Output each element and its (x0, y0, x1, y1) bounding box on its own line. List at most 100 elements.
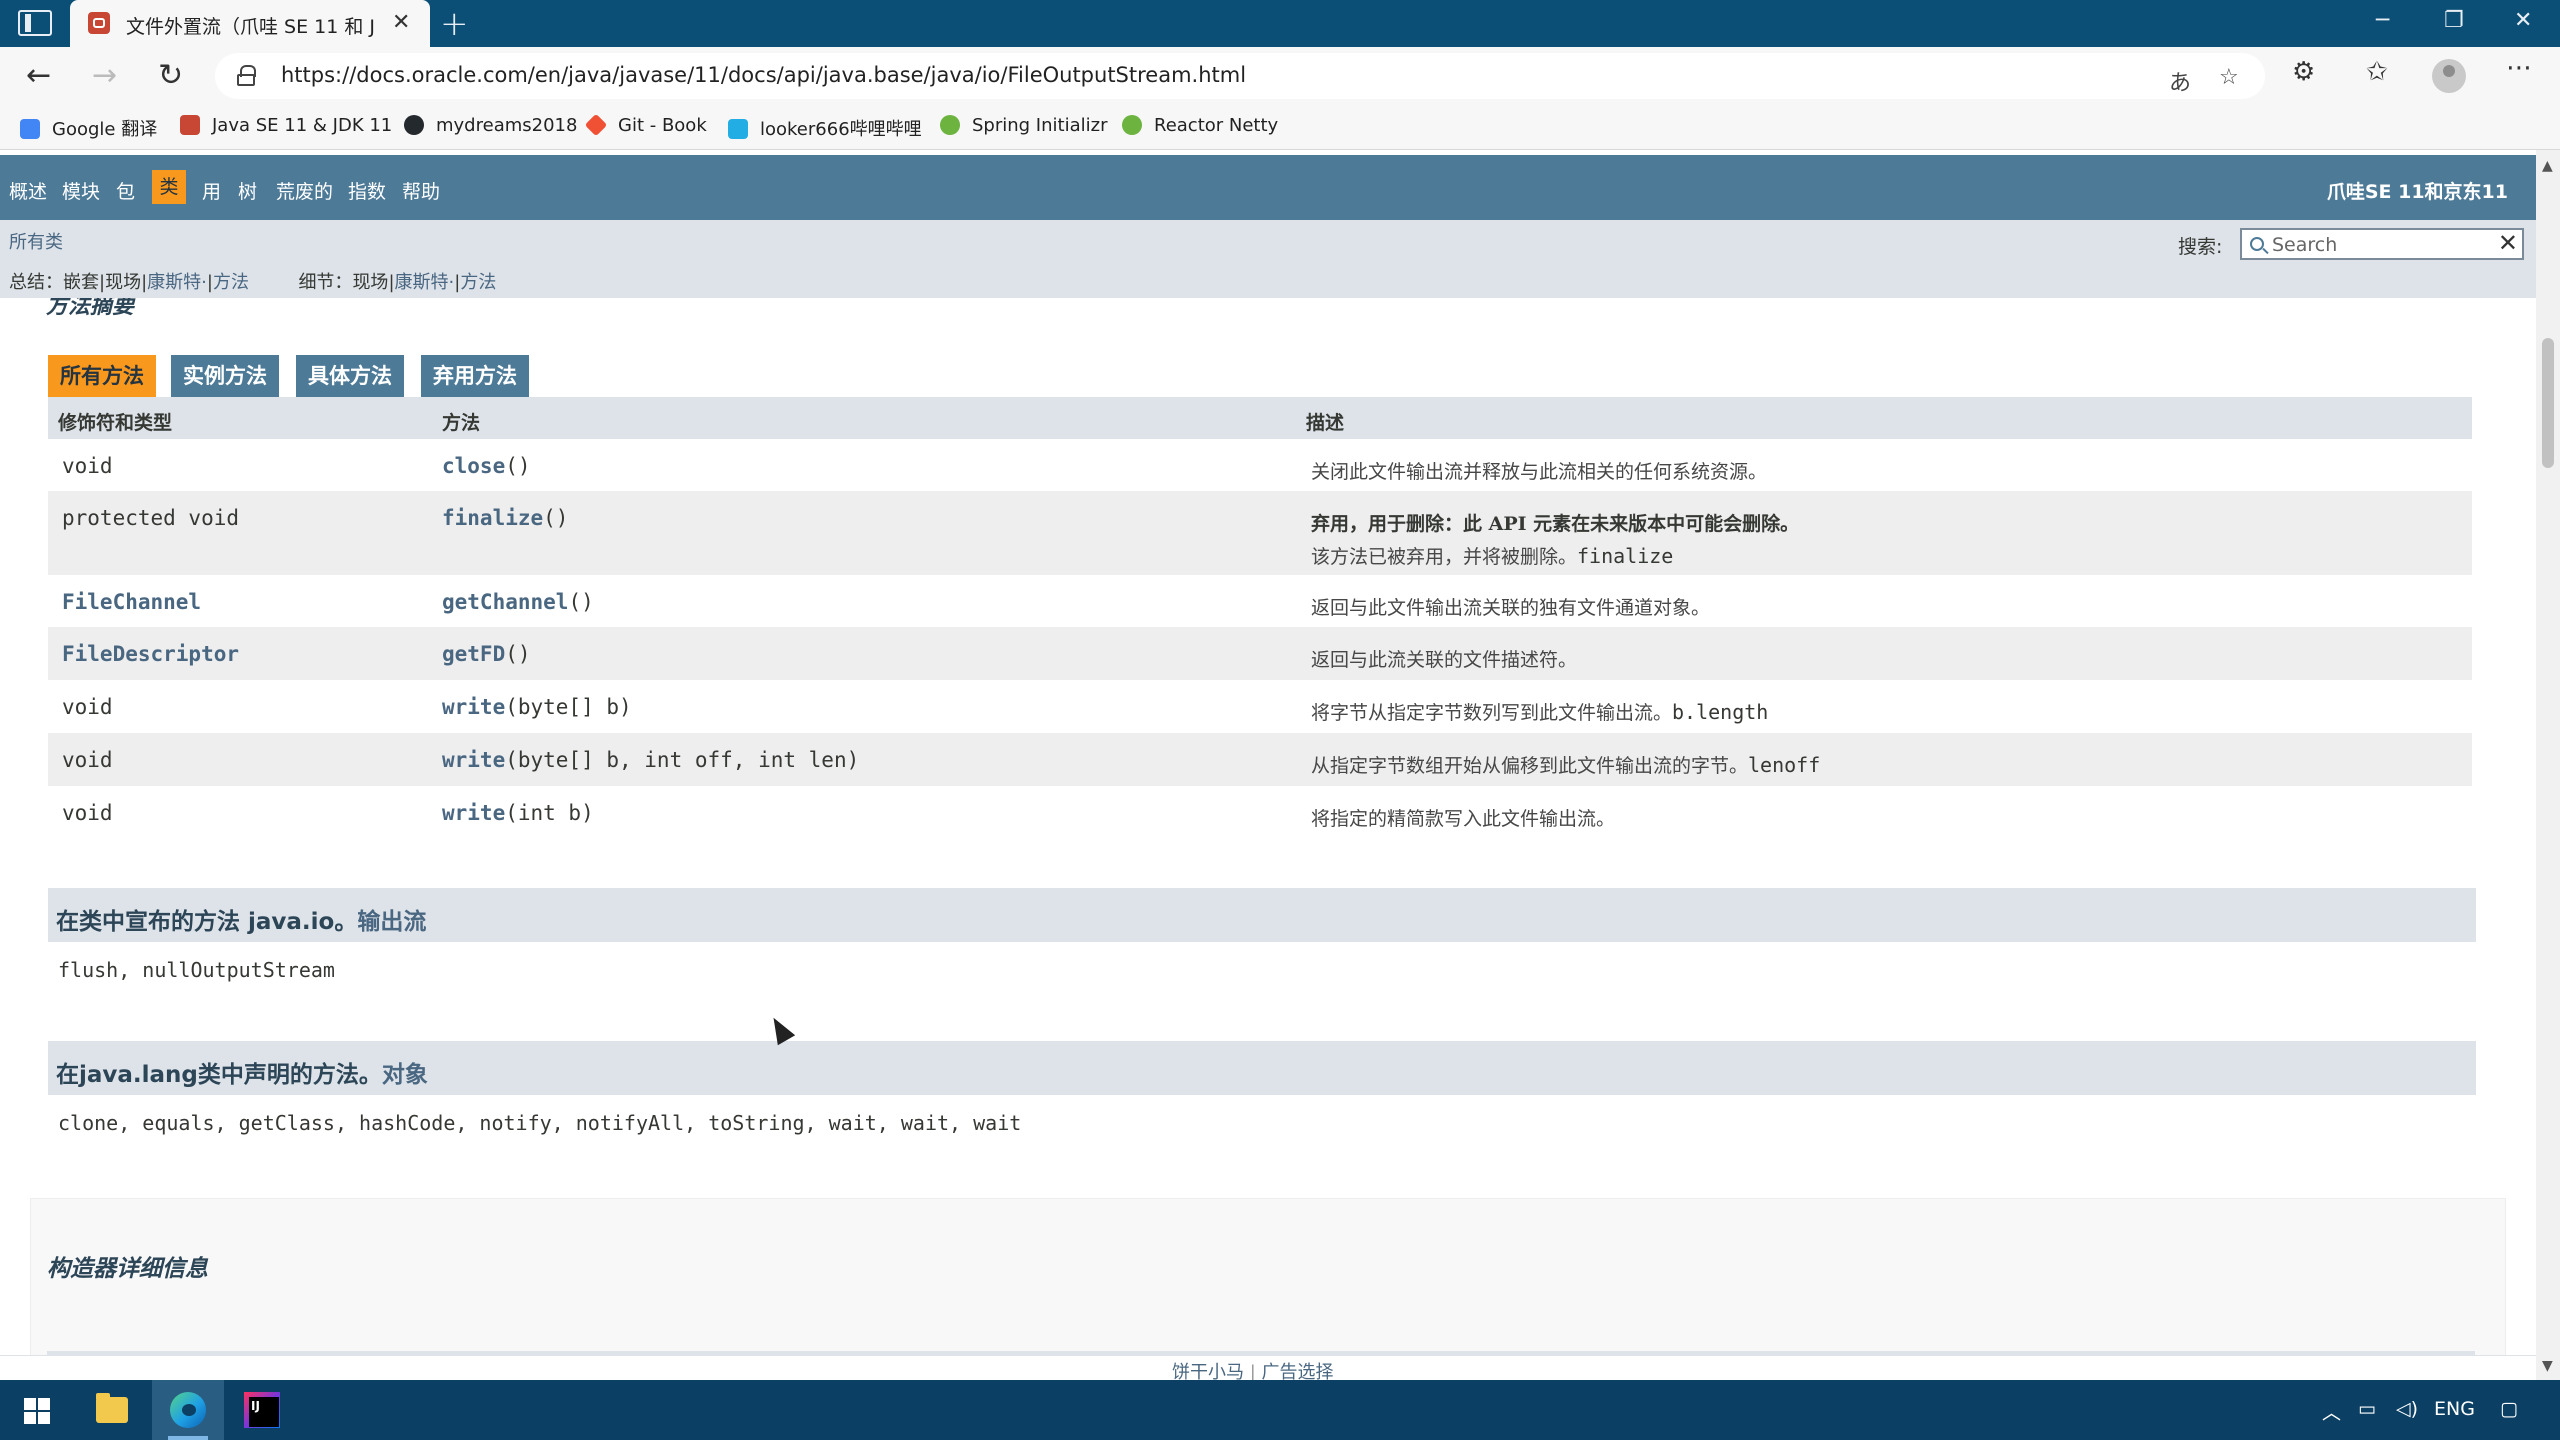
table-row: FileChannel getChannel() 返回与此文件输出流关联的独有文… (48, 575, 2472, 627)
tab-instance-methods[interactable]: 实例方法 (171, 355, 279, 397)
search-box[interactable]: ✕ (2240, 228, 2524, 260)
summary-detail-line: 总结：嵌套|现场|康斯特·|方法 细节：现场|康斯特·|方法 (9, 272, 497, 293)
summary-method-link[interactable]: 方法 (213, 272, 249, 293)
window-close-icon[interactable]: ✕ (2514, 8, 2532, 33)
return-type-link[interactable]: FileChannel (62, 590, 201, 614)
nav-use[interactable]: 用 (202, 177, 221, 204)
method-return-type: void (62, 695, 113, 719)
address-bar[interactable]: https://docs.oracle.com/en/java/javase/1… (215, 53, 2265, 99)
search-input[interactable] (2272, 233, 2482, 257)
method-link[interactable]: getChannel (442, 590, 568, 614)
profile-avatar-icon[interactable] (2432, 59, 2466, 93)
tab-close-icon[interactable]: ✕ (392, 10, 410, 35)
detail-method-link[interactable]: 方法 (460, 272, 496, 293)
input-language[interactable]: ENG (2434, 1398, 2475, 1420)
nav-deprecated[interactable]: 荒废的 (276, 177, 333, 204)
scroll-up-icon[interactable]: ▲ (2542, 158, 2553, 174)
taskbar-intellij[interactable] (226, 1380, 298, 1440)
folder-icon (96, 1393, 128, 1423)
object-link[interactable]: 对象 (382, 1062, 428, 1088)
detail-constructor-link[interactable]: 康斯特· (395, 272, 455, 293)
javadoc-brand: 爪哇SE 11和京东11 (2326, 181, 2508, 203)
method-link[interactable]: write (442, 748, 505, 772)
windows-start-icon[interactable] (24, 1398, 50, 1424)
lock-icon[interactable] (237, 65, 256, 86)
network-icon[interactable]: ▭ (2358, 1398, 2376, 1420)
favorite-spring-initializr[interactable]: Spring Initializr (940, 115, 1107, 136)
method-link[interactable]: write (442, 695, 505, 719)
taskbar-edge[interactable] (152, 1380, 224, 1440)
notifications-icon[interactable]: ▢ (2500, 1398, 2518, 1420)
page-scrollbar[interactable]: ▲ ▼ (2536, 150, 2560, 1380)
inherited-method-list[interactable]: flush, nullOutputStream (58, 958, 335, 982)
method-description: 从指定字节数组开始从偏移到此文件输出流的字节。lenoff (1311, 753, 1821, 777)
favorite-mydreams[interactable]: mydreams2018 (404, 115, 577, 136)
method-signature: getChannel() (442, 590, 594, 614)
method-return-type: void (62, 454, 113, 478)
nav-help[interactable]: 帮助 (402, 177, 440, 204)
method-link[interactable]: close (442, 454, 505, 478)
taskbar-file-explorer[interactable] (76, 1380, 148, 1440)
return-type-link[interactable]: FileDescriptor (62, 642, 239, 666)
tab-concrete-methods[interactable]: 具体方法 (296, 355, 404, 397)
edge-browser-icon (170, 1392, 206, 1428)
nav-index[interactable]: 指数 (348, 177, 386, 204)
method-return-type: protected void (62, 506, 240, 530)
back-arrow-icon[interactable]: ← (26, 58, 51, 93)
method-description: 关闭此文件输出流并释放与此流相关的任何系统资源。 (1311, 461, 1768, 483)
forward-arrow-icon[interactable]: → (92, 58, 117, 93)
all-classes-link[interactable]: 所有类 (9, 228, 63, 254)
tab-deprecated-methods[interactable]: 弃用方法 (421, 355, 529, 397)
col-description: 描述 (1306, 412, 1345, 434)
reactor-icon (1122, 115, 1142, 135)
new-tab-icon[interactable]: + (440, 4, 469, 44)
method-signature: getFD() (442, 642, 531, 666)
table-row: void write(byte[] b, int off, int len) 从… (48, 733, 2472, 786)
favorite-git-book[interactable]: Git - Book (584, 113, 707, 137)
inherited-method-list[interactable]: clone, equals, getClass, hashCode, notif… (58, 1111, 1021, 1135)
favorite-google-translate[interactable]: Google 翻译 (20, 115, 157, 141)
table-row: protected void finalize() 弃用，用于删除：此 API … (48, 491, 2472, 575)
restore-icon[interactable]: ❐ (2444, 8, 2464, 33)
nav-overview[interactable]: 概述 (9, 177, 47, 204)
favorites-icon[interactable]: ✩ (2366, 57, 2388, 87)
inherited-header: 在java.lang类中声明的方法。对象 (48, 1041, 2476, 1095)
method-signature: write(byte[] b, int off, int len) (442, 748, 860, 772)
nav-module[interactable]: 模块 (62, 177, 100, 204)
method-link[interactable]: getFD (442, 642, 505, 666)
summary-constructor-link[interactable]: 康斯特· (147, 272, 207, 293)
refresh-icon[interactable]: ↻ (158, 58, 183, 93)
method-link[interactable]: finalize (442, 506, 543, 530)
url-text[interactable]: https://docs.oracle.com/en/java/javase/1… (281, 63, 1246, 87)
detail-field: 现场 (352, 272, 389, 293)
inherited-header: 在类中宣布的方法 java.io。输出流 (48, 888, 2476, 942)
inherited-methods-outputstream: 在类中宣布的方法 java.io。输出流 flush, nullOutputSt… (48, 888, 2476, 988)
favorite-reactor-netty[interactable]: Reactor Netty (1122, 115, 1278, 136)
minimize-icon[interactable]: ─ (2376, 8, 2389, 33)
more-menu-icon[interactable]: ⋯ (2506, 53, 2532, 83)
tab-all-methods[interactable]: 所有方法 (48, 355, 156, 397)
nav-tree[interactable]: 树 (238, 177, 257, 204)
github-icon (404, 115, 424, 135)
extensions-icon[interactable]: ⚙ (2292, 57, 2315, 87)
tab-actions-icon[interactable] (18, 10, 52, 36)
table-row: void write(byte[] b) 将字节从指定字节数列写到此文件输出流。… (48, 680, 2472, 733)
method-return-type: void (62, 748, 113, 772)
javadoc-sub-nav: 所有类 总结：嵌套|现场|康斯特·|方法 细节：现场|康斯特·|方法 搜索: ✕ (0, 220, 2536, 298)
search-clear-icon[interactable]: ✕ (2498, 229, 2518, 257)
nav-package[interactable]: 包 (116, 177, 135, 204)
tray-chevron-icon[interactable]: ︿ (2322, 1398, 2341, 1425)
favorite-java-se[interactable]: Java SE 11 & JDK 11 (180, 115, 392, 136)
browser-tab-active[interactable]: 文件外置流（爪哇 SE 11 和 JDK ✕ (70, 0, 430, 47)
outputstream-link[interactable]: 输出流 (357, 909, 426, 935)
footer-ad-bar: 饼干小马 | 广告选择 (0, 1355, 2536, 1383)
add-favorite-icon[interactable]: ☆ (2219, 65, 2239, 90)
favorite-bilibili[interactable]: looker666哔哩哔哩 (728, 115, 922, 141)
scroll-down-icon[interactable]: ▼ (2542, 1358, 2553, 1374)
translate-icon[interactable]: あ (2169, 65, 2191, 97)
col-modifier-type: 修饰符和类型 (58, 412, 173, 434)
scroll-thumb[interactable] (2542, 338, 2554, 468)
method-link[interactable]: write (442, 801, 505, 825)
summary-field: 现场 (105, 272, 142, 293)
volume-icon[interactable]: ◁) (2396, 1398, 2418, 1420)
